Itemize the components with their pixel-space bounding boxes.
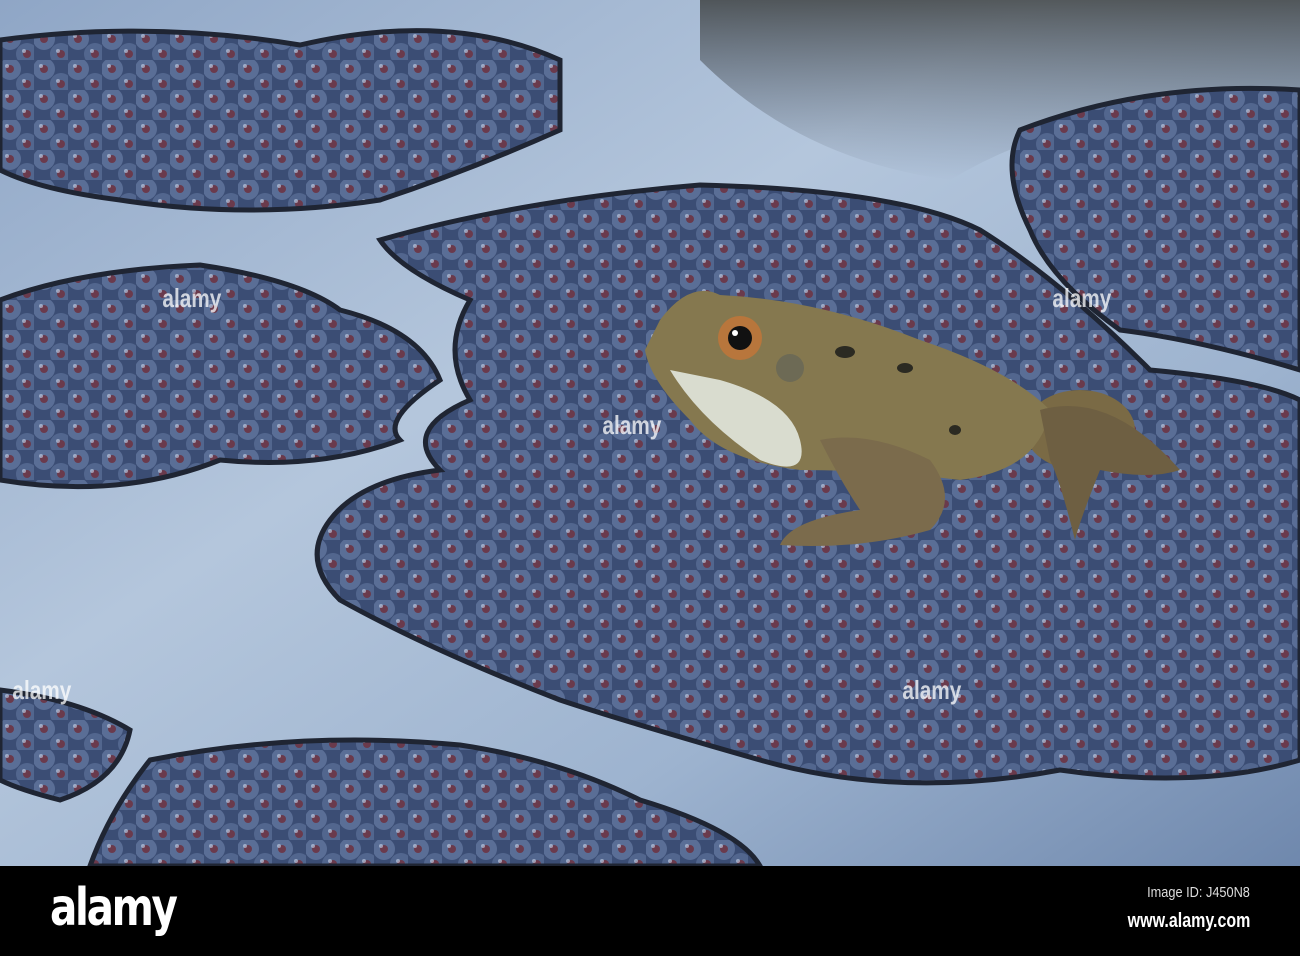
image-id: Image ID: J450N8 [1147,884,1250,901]
website-url: www.alamy.com [1127,910,1250,932]
watermark-overlay: alamy [902,675,962,705]
watermark-overlay: alamy [602,410,662,440]
watermark-bar: alamy Image ID: J450N8 www.alamy.com [0,866,1300,956]
watermark-overlay: alamy [12,675,72,705]
stock-photo: alamy alamy alamy alamy alamy alamy Imag… [0,0,1300,956]
watermark-overlay: alamy [162,283,222,313]
watermark-overlay: alamy [1052,283,1112,313]
alamy-logo: alamy [50,878,178,938]
